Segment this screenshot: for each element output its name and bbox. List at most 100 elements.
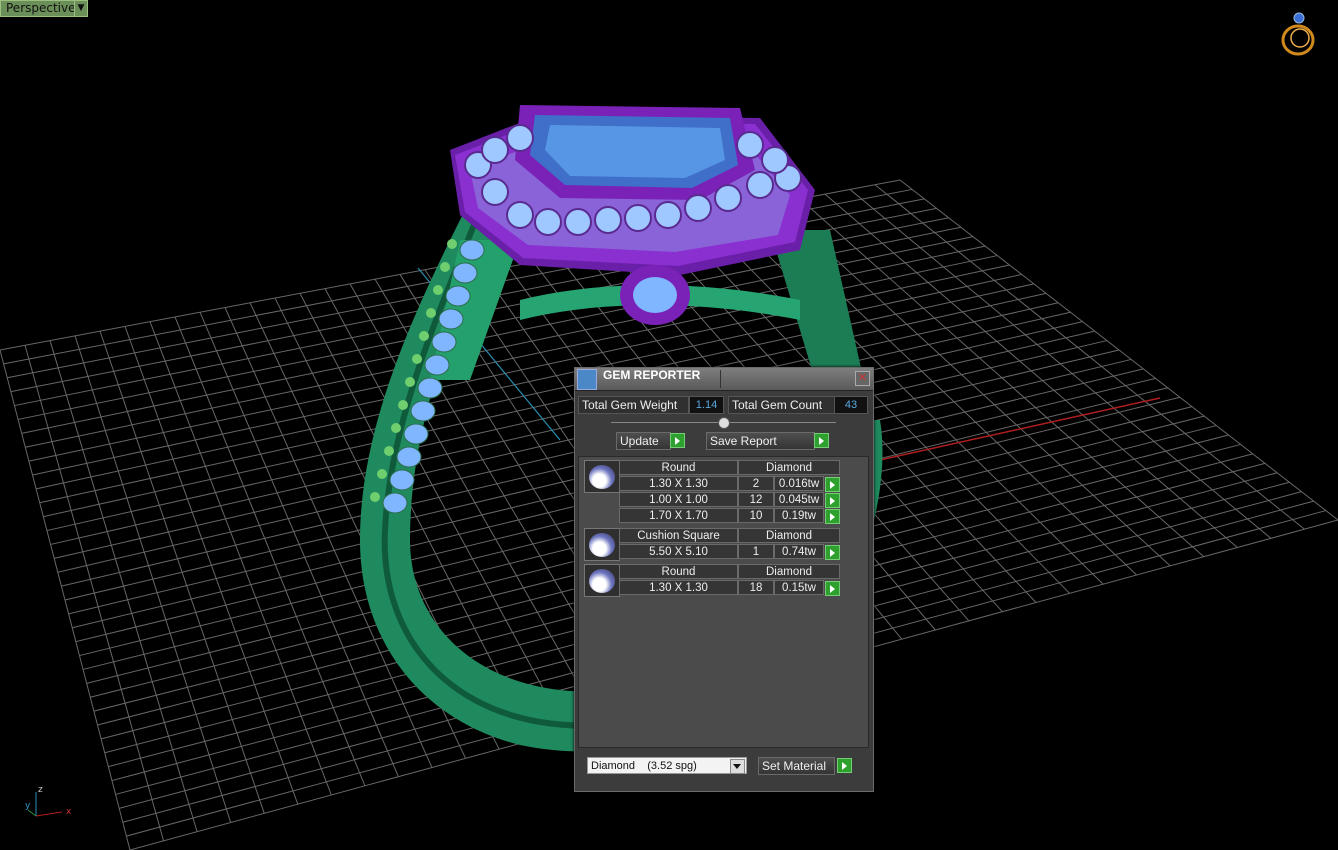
set-material-button[interactable]: Set Material <box>758 757 835 775</box>
update-go-icon[interactable] <box>670 433 685 448</box>
gem-row-go-icon[interactable] <box>825 509 840 524</box>
halo-stone <box>684 194 712 222</box>
grid-line <box>899 179 1338 521</box>
round-gem-icon <box>589 465 615 489</box>
prong-bead <box>377 469 387 479</box>
gem-weight: 0.045tw <box>774 492 824 507</box>
cushion-gem-icon <box>589 533 615 557</box>
prong-bead <box>433 285 443 295</box>
gem-shape: Round <box>619 564 738 579</box>
prong-bead <box>419 331 429 341</box>
pave-stone <box>417 377 443 399</box>
pave-stone <box>452 262 478 284</box>
save-report-button[interactable]: Save Report <box>706 432 815 450</box>
gem-material: Diamond <box>738 564 840 579</box>
gem-thumbnail[interactable] <box>584 528 620 561</box>
axis-x-label: x <box>66 807 72 817</box>
gem-weight: 0.19tw <box>774 508 824 523</box>
prong-bead <box>391 423 401 433</box>
gem-reporter-titlebar[interactable]: GEM REPORTER ✕ <box>575 368 873 391</box>
material-select[interactable]: Diamond (3.52 spg) <box>587 757 747 774</box>
gem-row-go-icon[interactable] <box>825 493 840 508</box>
halo-stone <box>746 171 774 199</box>
gem-reporter-panel: GEM REPORTER ✕ Total Gem Weight 1.14 Tot… <box>574 367 874 792</box>
prong-bead <box>412 354 422 364</box>
gem-count: 2 <box>738 476 774 491</box>
gem-list[interactable]: Round Diamond 1.30 X 1.30 2 0.016tw 1.00… <box>578 456 869 748</box>
pave-stone <box>396 446 422 468</box>
halo-stone <box>761 146 789 174</box>
pave-stone <box>410 400 436 422</box>
gem-weight: 0.15tw <box>774 580 824 595</box>
prong-bead <box>426 308 436 318</box>
gem-count: 10 <box>738 508 774 523</box>
prong-bead <box>405 377 415 387</box>
gem-row-go-icon[interactable] <box>825 477 840 492</box>
pave-stone <box>459 239 485 261</box>
pave-stone <box>403 423 429 445</box>
gem-size: 1.30 X 1.30 <box>619 476 738 491</box>
save-report-button-label: Save Report <box>710 434 777 448</box>
total-weight-label: Total Gem Weight <box>578 396 689 414</box>
grid-line <box>849 189 1272 539</box>
viewport-menu-button[interactable]: ▼ <box>74 0 88 17</box>
grid-line <box>824 193 1238 548</box>
axis-y-label: y <box>25 801 31 811</box>
update-button[interactable]: Update <box>616 432 671 450</box>
gem-size: 1.70 X 1.70 <box>619 508 738 523</box>
gem-reporter-icon <box>577 369 597 390</box>
set-material-go-icon[interactable] <box>837 758 852 773</box>
gem-material: Diamond <box>738 528 840 543</box>
halo-stone <box>534 208 562 236</box>
gem-count: 1 <box>738 544 774 559</box>
grid-line <box>874 184 1305 530</box>
pave-stone <box>445 285 471 307</box>
halo-stone <box>654 201 682 229</box>
axis-z-label: z <box>38 785 43 795</box>
halo-stone <box>506 124 534 152</box>
gem-reporter-title: GEM REPORTER <box>603 368 701 382</box>
gem-count: 18 <box>738 580 774 595</box>
halo-stone <box>564 208 592 236</box>
halo-stone <box>736 131 764 159</box>
chevron-down-icon[interactable] <box>730 759 745 774</box>
gem-row-go-icon[interactable] <box>825 545 840 560</box>
gem-material: Diamond <box>738 460 840 475</box>
gem-weight: 0.74tw <box>774 544 824 559</box>
pave-stone <box>389 469 415 491</box>
gem-weight: 0.016tw <box>774 476 824 491</box>
total-count-label: Total Gem Count <box>728 396 836 414</box>
title-divider <box>720 370 721 388</box>
total-weight-value: 1.14 <box>689 396 724 414</box>
set-material-button-label: Set Material <box>762 759 827 773</box>
gem-shape: Round <box>619 460 738 475</box>
halo-stone <box>481 178 509 206</box>
gem-thumbnail[interactable] <box>584 460 620 493</box>
gem-size: 1.00 X 1.00 <box>619 492 738 507</box>
total-count-value: 43 <box>834 396 868 414</box>
update-button-label: Update <box>620 434 659 448</box>
viewport-label[interactable]: Perspective <box>0 0 82 17</box>
halo-stone <box>506 201 534 229</box>
pave-stone <box>382 492 408 514</box>
prong-bead <box>440 262 450 272</box>
gem-row-go-icon[interactable] <box>825 581 840 596</box>
halo-stone <box>624 204 652 232</box>
prong-bead <box>398 400 408 410</box>
pave-stone <box>438 308 464 330</box>
slider-handle[interactable] <box>718 417 730 429</box>
axis-gizmo: z x y <box>25 785 72 817</box>
prong-bead <box>447 239 457 249</box>
prong-bead <box>384 446 394 456</box>
prong-bead <box>370 492 380 502</box>
save-report-go-icon[interactable] <box>814 433 829 448</box>
material-select-value: Diamond (3.52 spg) <box>591 760 697 772</box>
ring-logo-icon[interactable] <box>1278 8 1320 58</box>
gem-shape: Cushion Square <box>619 528 738 543</box>
gem-count: 12 <box>738 492 774 507</box>
halo-stone <box>481 136 509 164</box>
gem-thumbnail[interactable] <box>584 564 620 597</box>
close-icon[interactable]: ✕ <box>855 371 870 386</box>
gem-size: 1.30 X 1.30 <box>619 580 738 595</box>
halo-stone <box>594 206 622 234</box>
